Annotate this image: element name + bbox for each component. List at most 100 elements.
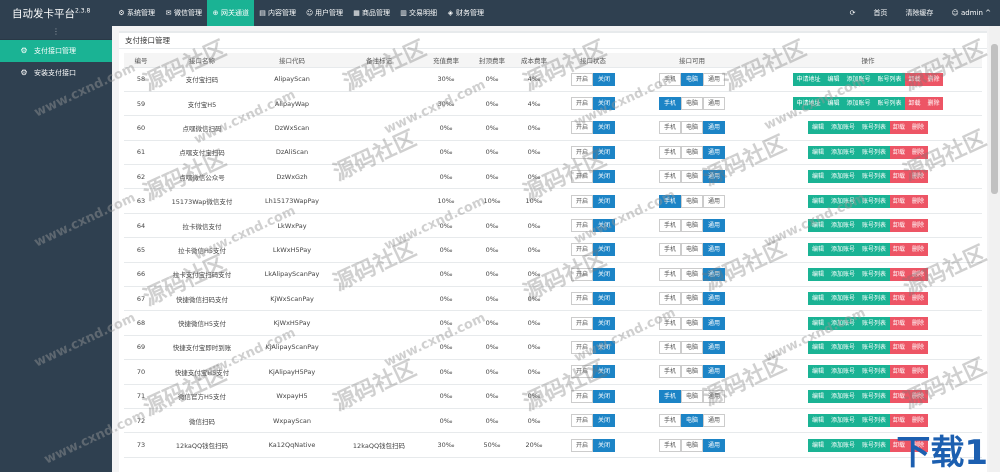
status-off-button[interactable]: 关闭 (593, 243, 616, 257)
delete-button[interactable]: 删除 (924, 97, 944, 111)
add-account-button[interactable]: 添加账号 (827, 170, 859, 184)
add-account-button[interactable]: 添加账号 (827, 414, 859, 428)
account-list-button[interactable]: 账号列表 (874, 72, 906, 86)
usable-mobile-button[interactable]: 手机 (658, 170, 681, 184)
delete-button[interactable]: 删除 (908, 243, 928, 257)
status-on-button[interactable]: 开启 (570, 365, 593, 379)
account-list-button[interactable]: 账号列表 (858, 267, 890, 281)
account-list-button[interactable]: 账号列表 (858, 121, 890, 135)
account-list-button[interactable]: 账号列表 (874, 97, 906, 111)
add-account-button[interactable]: 添加账号 (842, 97, 874, 111)
usable-mobile-button[interactable]: 手机 (658, 267, 681, 281)
add-account-button[interactable]: 添加账号 (827, 292, 859, 306)
usable-pc-button[interactable]: 电脑 (680, 316, 703, 330)
usable-common-button[interactable]: 通用 (703, 389, 726, 403)
topnav-item-4[interactable]: ☺ 用户管理 (301, 0, 348, 26)
status-off-button[interactable]: 关闭 (593, 219, 616, 233)
edit-button[interactable]: 编辑 (808, 389, 828, 403)
add-account-button[interactable]: 添加账号 (842, 72, 874, 86)
page-scrollbar[interactable] (989, 26, 1000, 472)
edit-button[interactable]: 编辑 (823, 72, 843, 86)
usable-pc-button[interactable]: 电脑 (680, 389, 703, 403)
status-on-button[interactable]: 开启 (570, 243, 593, 257)
edit-button[interactable]: 编辑 (808, 438, 828, 452)
sidebar-toggle-icon[interactable]: ⋮ (0, 26, 112, 40)
delete-button[interactable]: 删除 (908, 121, 928, 135)
add-account-button[interactable]: 添加账号 (827, 219, 859, 233)
usable-mobile-button[interactable]: 手机 (658, 121, 681, 135)
edit-button[interactable]: 编辑 (808, 219, 828, 233)
delete-button[interactable]: 删除 (908, 145, 928, 159)
apply-button[interactable]: 申请地址 (792, 72, 824, 86)
delete-button[interactable]: 删除 (908, 194, 928, 208)
usable-common-button[interactable]: 通用 (703, 170, 726, 184)
sidebar-item-1[interactable]: ⚙ 安装支付接口 (0, 62, 112, 84)
edit-button[interactable]: 编辑 (808, 170, 828, 184)
usable-mobile-button[interactable]: 手机 (658, 219, 681, 233)
edit-button[interactable]: 编辑 (808, 340, 828, 354)
edit-button[interactable]: 编辑 (808, 292, 828, 306)
uninstall-button[interactable]: 卸载 (889, 243, 909, 257)
usable-common-button[interactable]: 通用 (703, 292, 726, 306)
delete-button[interactable]: 删除 (908, 170, 928, 184)
topnav-item-6[interactable]: ▥ 交易明细 (395, 0, 442, 26)
edit-button[interactable]: 编辑 (808, 267, 828, 281)
status-on-button[interactable]: 开启 (570, 340, 593, 354)
user-menu[interactable]: ☺ admin ^ (942, 9, 1000, 17)
usable-pc-button[interactable]: 电脑 (680, 340, 703, 354)
status-off-button[interactable]: 关闭 (593, 121, 616, 135)
usable-mobile-button[interactable]: 手机 (658, 340, 681, 354)
clear-cache-link[interactable]: 清除缓存 (896, 8, 942, 18)
status-on-button[interactable]: 开启 (570, 389, 593, 403)
edit-button[interactable]: 编辑 (808, 365, 828, 379)
account-list-button[interactable]: 账号列表 (858, 340, 890, 354)
account-list-button[interactable]: 账号列表 (858, 170, 890, 184)
topnav-item-7[interactable]: ◈ 财务管理 (442, 0, 489, 26)
scrollbar-thumb[interactable] (991, 44, 998, 194)
uninstall-button[interactable]: 卸载 (889, 170, 909, 184)
add-account-button[interactable]: 添加账号 (827, 194, 859, 208)
usable-pc-button[interactable]: 电脑 (680, 292, 703, 306)
add-account-button[interactable]: 添加账号 (827, 438, 859, 452)
add-account-button[interactable]: 添加账号 (827, 121, 859, 135)
add-account-button[interactable]: 添加账号 (827, 145, 859, 159)
usable-common-button[interactable]: 通用 (703, 97, 726, 111)
edit-button[interactable]: 编辑 (808, 121, 828, 135)
usable-mobile-button[interactable]: 手机 (658, 194, 681, 208)
status-on-button[interactable]: 开启 (570, 97, 593, 111)
topnav-item-2[interactable]: ⊕ 网关通道 (207, 0, 254, 26)
edit-button[interactable]: 编辑 (808, 243, 828, 257)
account-list-button[interactable]: 账号列表 (858, 316, 890, 330)
usable-pc-button[interactable]: 电脑 (680, 414, 703, 428)
usable-common-button[interactable]: 通用 (703, 72, 726, 86)
usable-pc-button[interactable]: 电脑 (680, 145, 703, 159)
uninstall-button[interactable]: 卸载 (889, 316, 909, 330)
uninstall-button[interactable]: 卸载 (905, 72, 925, 86)
delete-button[interactable]: 删除 (908, 365, 928, 379)
usable-pc-button[interactable]: 电脑 (680, 170, 703, 184)
status-off-button[interactable]: 关闭 (593, 145, 616, 159)
usable-common-button[interactable]: 通用 (703, 365, 726, 379)
usable-mobile-button[interactable]: 手机 (658, 72, 681, 86)
add-account-button[interactable]: 添加账号 (827, 389, 859, 403)
delete-button[interactable]: 删除 (908, 219, 928, 233)
delete-button[interactable]: 删除 (908, 316, 928, 330)
uninstall-button[interactable]: 卸载 (889, 267, 909, 281)
app-title[interactable]: 自动发卡平台2.3.8 (0, 6, 113, 21)
usable-common-button[interactable]: 通用 (703, 194, 726, 208)
status-off-button[interactable]: 关闭 (593, 316, 616, 330)
usable-mobile-button[interactable]: 手机 (658, 365, 681, 379)
uninstall-button[interactable]: 卸载 (889, 292, 909, 306)
usable-pc-button[interactable]: 电脑 (680, 121, 703, 135)
add-account-button[interactable]: 添加账号 (827, 340, 859, 354)
status-on-button[interactable]: 开启 (570, 194, 593, 208)
delete-button[interactable]: 删除 (924, 72, 944, 86)
usable-common-button[interactable]: 通用 (703, 267, 726, 281)
status-off-button[interactable]: 关闭 (593, 292, 616, 306)
add-account-button[interactable]: 添加账号 (827, 267, 859, 281)
status-off-button[interactable]: 关闭 (593, 170, 616, 184)
edit-button[interactable]: 编辑 (808, 316, 828, 330)
status-on-button[interactable]: 开启 (570, 438, 593, 452)
add-account-button[interactable]: 添加账号 (827, 365, 859, 379)
topnav-item-5[interactable]: ▦ 商品管理 (348, 0, 395, 26)
